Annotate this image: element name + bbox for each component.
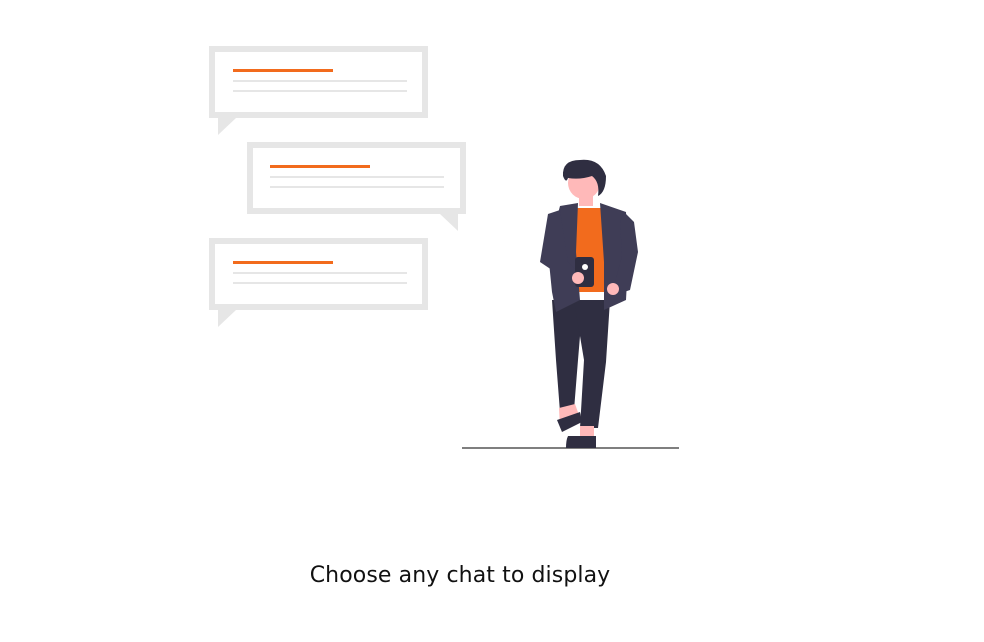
empty-chat-state: Choose any chat to display xyxy=(0,0,984,642)
chat-bubble-icon xyxy=(209,238,428,327)
chat-bubble-icon xyxy=(209,46,428,135)
person-icon xyxy=(540,159,638,448)
empty-state-message: Choose any chat to display xyxy=(309,563,611,588)
chat-bubble-icon xyxy=(247,142,466,231)
person-with-chat-bubbles-illustration xyxy=(209,46,679,449)
